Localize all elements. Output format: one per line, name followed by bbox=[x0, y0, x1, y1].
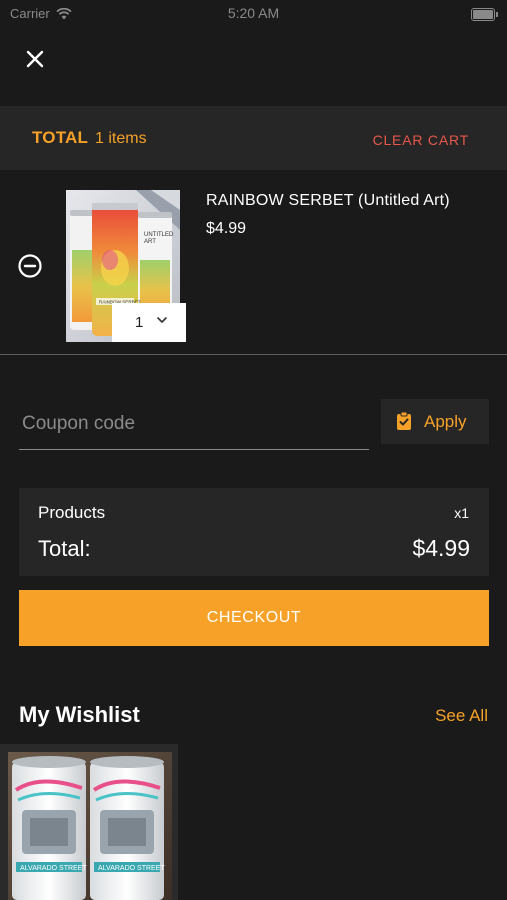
wishlist-title: My Wishlist bbox=[19, 702, 140, 727]
cart-item: UNTITLED ART RAINBOW SERBET 1 RAINBOW SE… bbox=[0, 170, 507, 354]
cart-total-bar: TOTAL 1 items CLEAR CART bbox=[0, 106, 507, 170]
items-count: 1 items bbox=[95, 130, 147, 147]
status-bar: Carrier 5:20 AM bbox=[0, 0, 507, 28]
close-button[interactable] bbox=[22, 46, 48, 72]
total-label: Total: bbox=[38, 536, 91, 561]
apply-label: Apply bbox=[424, 412, 467, 431]
close-icon bbox=[26, 50, 44, 68]
svg-text:UNTITLED: UNTITLED bbox=[144, 232, 174, 238]
apply-coupon-button[interactable]: Apply bbox=[381, 399, 489, 444]
status-time: 5:20 AM bbox=[227, 5, 280, 21]
wishlist-product-image: ALVARADO STREET ALVARADO STREET bbox=[0, 744, 178, 900]
svg-text:ART: ART bbox=[144, 239, 156, 245]
quantity-value: 1 bbox=[135, 314, 144, 331]
quantity-select[interactable]: 1 bbox=[112, 303, 186, 342]
products-quantity: x1 bbox=[454, 505, 469, 521]
checkout-button[interactable]: CHECKOUT bbox=[19, 590, 489, 646]
svg-text:ALVARADO STREET: ALVARADO STREET bbox=[98, 865, 165, 872]
remove-item-button[interactable] bbox=[18, 254, 42, 278]
wishlist-item[interactable]: ALVARADO STREET ALVARADO STREET bbox=[0, 744, 178, 900]
battery-icon bbox=[471, 8, 498, 21]
products-label: Products bbox=[38, 503, 106, 522]
product-price: $4.99 bbox=[206, 220, 247, 237]
svg-text:ALVARADO STREET: ALVARADO STREET bbox=[20, 865, 87, 872]
chevron-down-icon bbox=[157, 317, 167, 323]
coupon-code-input[interactable] bbox=[19, 398, 369, 450]
clear-cart-button[interactable]: CLEAR CART bbox=[373, 132, 469, 148]
total-label: TOTAL bbox=[32, 128, 89, 147]
total-value: $4.99 bbox=[412, 535, 470, 561]
minus-circle-icon bbox=[18, 254, 42, 278]
product-name[interactable]: RAINBOW SERBET (Untitled Art) bbox=[206, 192, 450, 210]
see-all-link[interactable]: See All bbox=[435, 706, 488, 726]
divider bbox=[0, 354, 507, 355]
order-summary: Products x1 Total: $4.99 bbox=[19, 488, 489, 576]
clipboard-check-icon bbox=[397, 411, 411, 430]
